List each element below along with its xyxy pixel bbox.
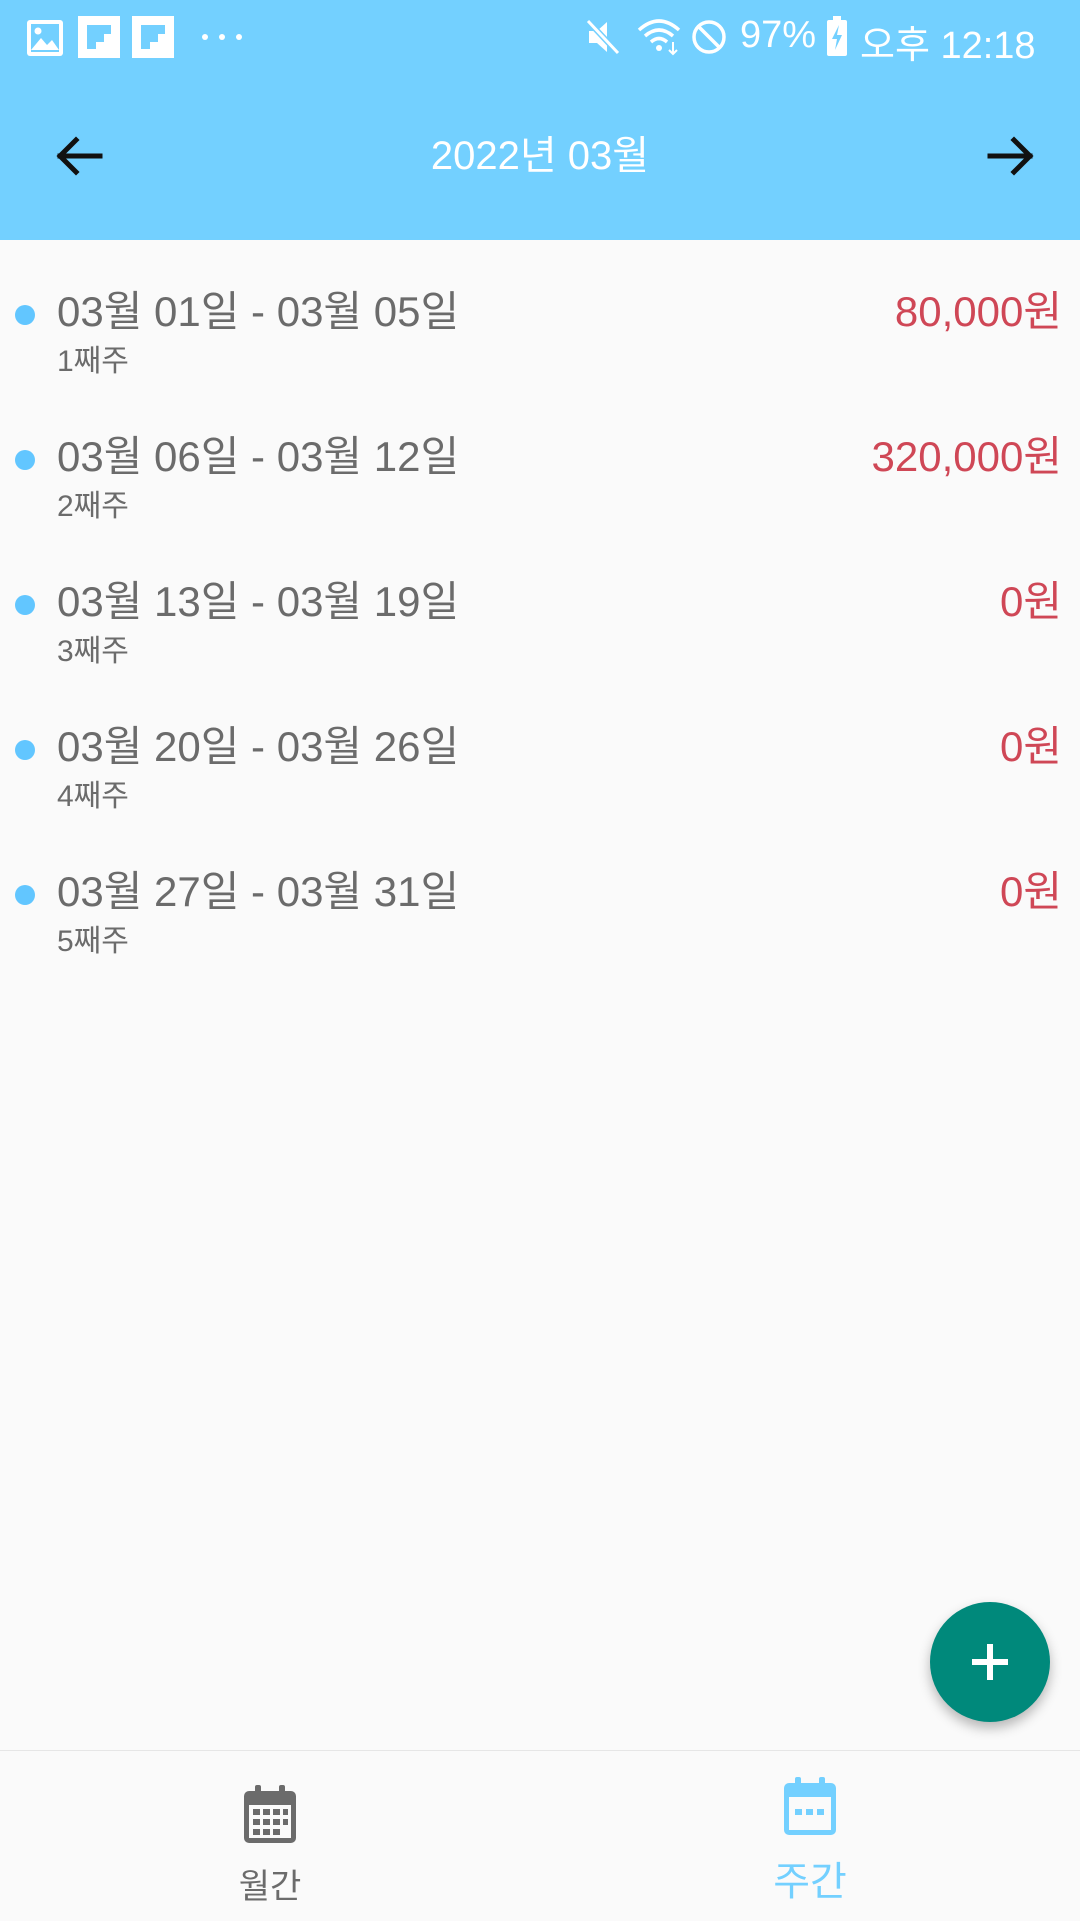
week-amount: 80,000원 [894,288,1062,335]
week-number-label: 2째주 [57,490,129,523]
week-number-label: 5째주 [57,925,129,958]
week-amount: 320,000원 [871,433,1062,480]
week-number-label: 3째주 [57,635,129,668]
bullet-dot [15,595,35,615]
week-amount: 0원 [1000,578,1062,625]
week-list-item[interactable]: 03월 20일 - 03월 26일 4째주 0원 [0,675,1080,820]
week-list: 03월 01일 - 03월 05일 1째주 80,000원 03월 06일 - … [0,240,1080,965]
week-list-item[interactable]: 03월 06일 - 03월 12일 2째주 320,000원 [0,385,1080,530]
week-list-item[interactable]: 03월 27일 - 03월 31일 5째주 0원 [0,820,1080,965]
flipboard-notification-icon [78,16,120,58]
plus-icon [972,1644,1008,1680]
week-date-range: 03월 01일 - 03월 05일 [57,288,460,335]
add-entry-button[interactable] [930,1602,1050,1722]
app-header: 97% 오후 12:18 2022년 03월 [0,0,1080,240]
week-date-range: 03월 06일 - 03월 12일 [57,433,460,480]
do-not-disturb-icon [692,20,726,54]
week-date-range: 03월 13일 - 03월 19일 [57,578,460,625]
tab-weekly[interactable]: 주간 [540,1751,1080,1921]
battery-percent: 97% [740,14,817,56]
week-amount: 0원 [1000,723,1062,770]
week-list-item[interactable]: 03월 13일 - 03월 19일 3째주 0원 [0,530,1080,675]
month-title: 2022년 03월 [430,134,650,178]
week-list-item[interactable]: 03월 01일 - 03월 05일 1째주 80,000원 [0,240,1080,385]
arrow-right-icon[interactable] [980,130,1040,182]
week-date-range: 03월 20일 - 03월 26일 [57,723,460,770]
more-notifications-icon [202,34,242,40]
battery-charging-icon [827,16,847,56]
clock: 오후 12:18 [860,25,1036,67]
bottom-navigation: 월간 주간 [0,1750,1080,1921]
gallery-notification-icon [27,20,63,56]
week-number-label: 1째주 [57,345,129,378]
flipboard-notification-icon [132,16,174,58]
week-amount: 0원 [1000,868,1062,915]
week-date-range: 03월 27일 - 03월 31일 [57,868,460,915]
week-number-label: 4째주 [57,780,129,813]
tab-weekly-label: 주간 [773,1860,847,1904]
bullet-dot [15,740,35,760]
tab-monthly[interactable]: 월간 [0,1751,540,1921]
calendar-week-icon [784,1777,836,1835]
calendar-month-icon [244,1785,296,1843]
bullet-dot [15,305,35,325]
status-bar: 97% 오후 12:18 [0,0,1080,75]
tab-monthly-label: 월간 [238,1868,302,1906]
bullet-dot [15,450,35,470]
bullet-dot [15,885,35,905]
wifi-icon [637,19,681,56]
mute-icon [585,18,621,56]
